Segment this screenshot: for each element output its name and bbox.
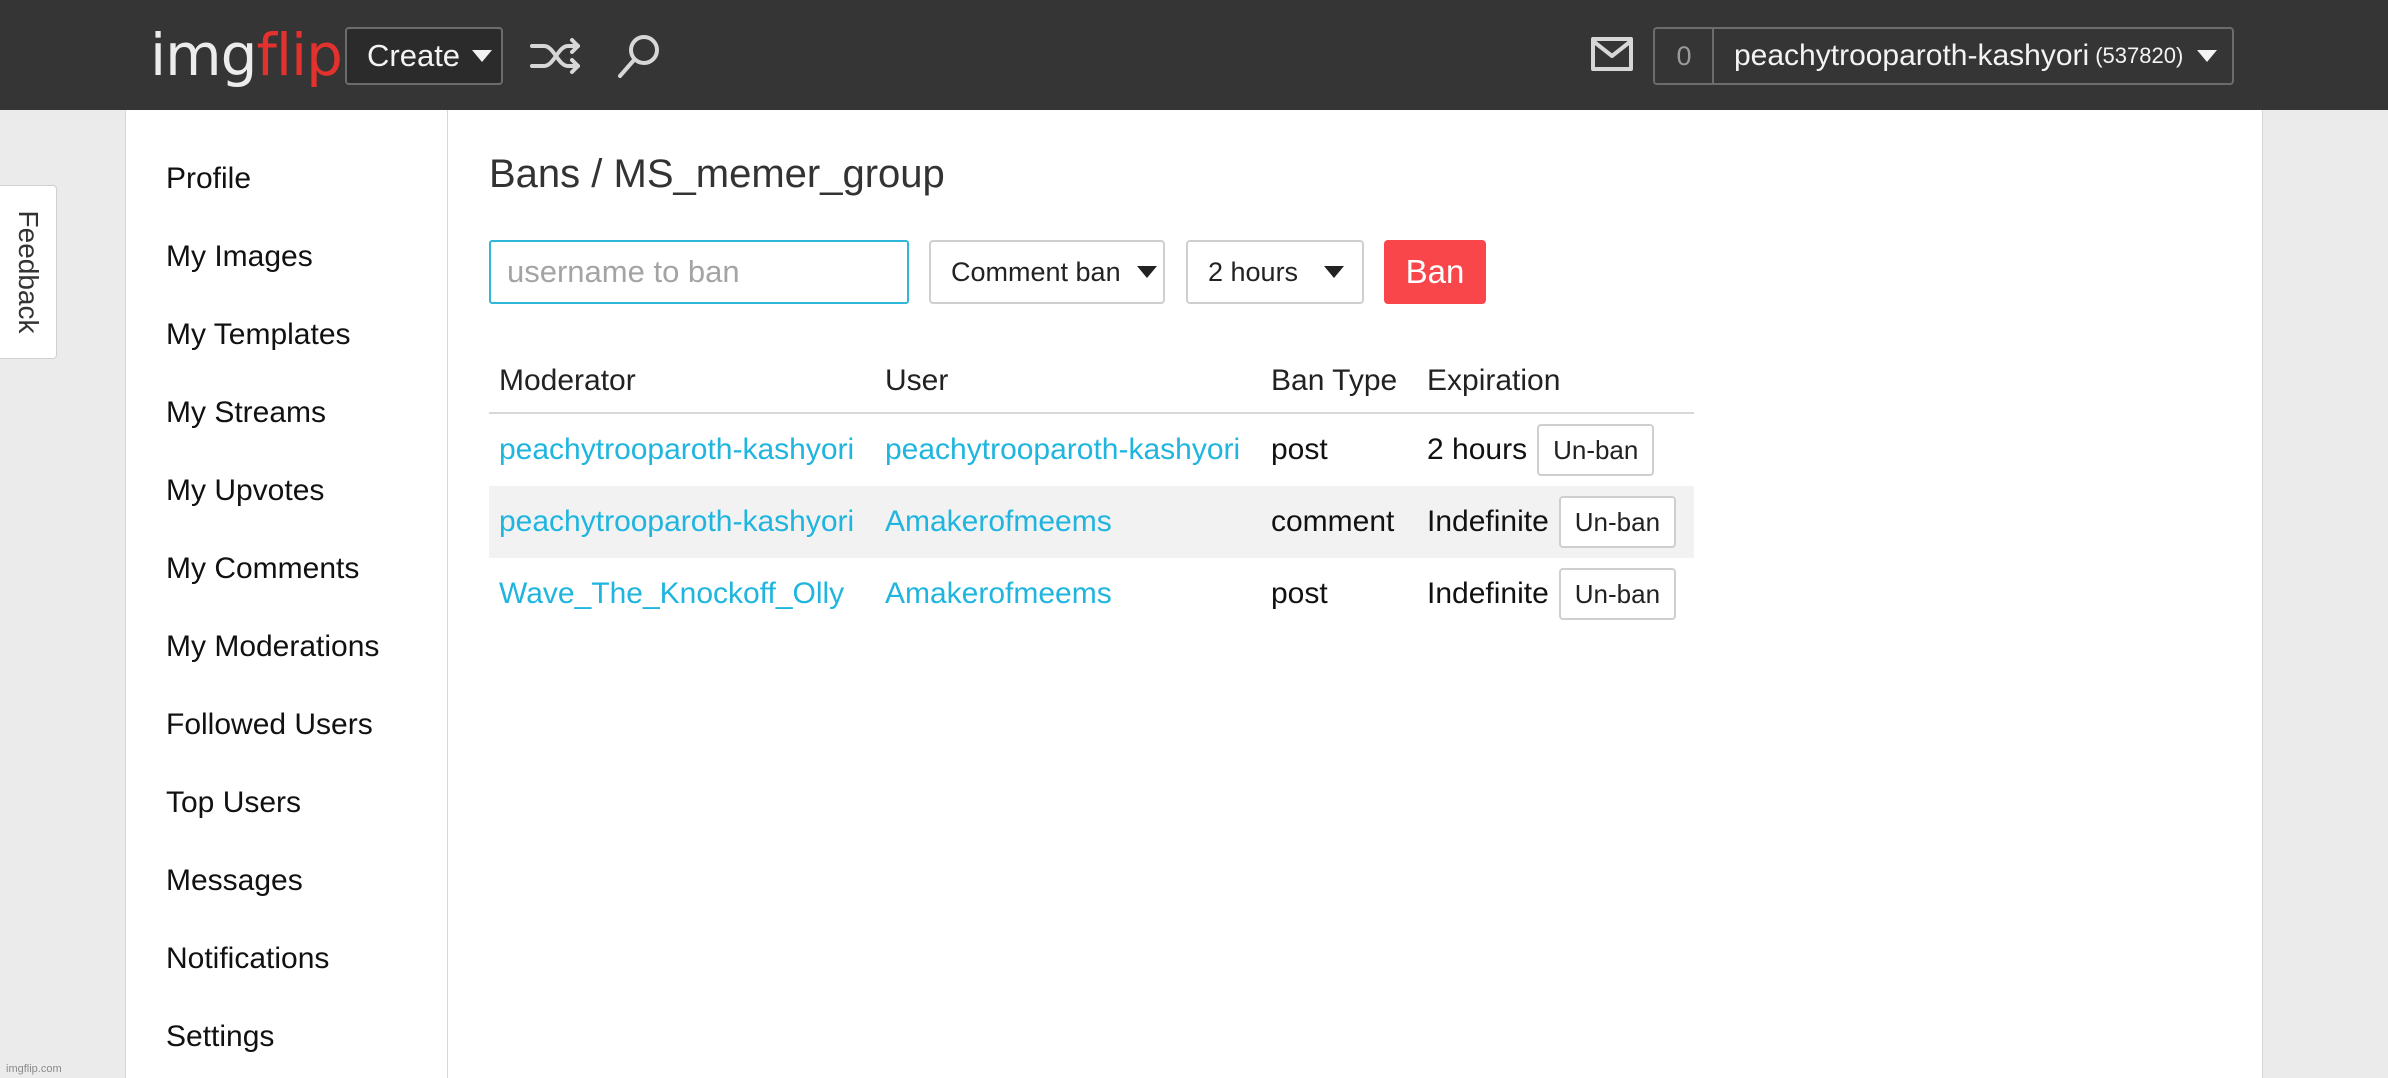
notification-count[interactable]: 0 <box>1653 27 1713 85</box>
moderator-link[interactable]: peachytrooparoth-kashyori <box>499 433 854 466</box>
sidebar-item-my-comments[interactable]: My Comments <box>126 552 447 630</box>
user-points: (537820) <box>2095 43 2184 68</box>
sidebar-item-my-streams[interactable]: My Streams <box>126 396 447 474</box>
notification-count-value: 0 <box>1676 40 1692 71</box>
username-to-ban-input[interactable] <box>489 240 909 304</box>
sidebar-item-settings[interactable]: Settings <box>126 1020 447 1078</box>
moderator-link[interactable]: Wave_The_Knockoff_Olly <box>499 577 844 610</box>
ban-duration-select[interactable]: 2 hours <box>1186 240 1364 304</box>
header-moderator: Moderator <box>489 350 875 414</box>
ban-type-cell: post <box>1271 433 1328 466</box>
expiration-value: Indefinite <box>1427 505 1549 538</box>
shuffle-icon[interactable] <box>528 30 584 82</box>
sidebar-item-my-images[interactable]: My Images <box>126 240 447 318</box>
user-menu-button[interactable]: peachytrooparoth-kashyori (537820) <box>1712 27 2234 85</box>
moderator-link[interactable]: peachytrooparoth-kashyori <box>499 505 854 538</box>
bans-table: Moderator User Ban Type Expiration peach… <box>489 350 1694 630</box>
table-row: peachytrooparoth-kashyori Amakerofmeems … <box>489 486 1694 558</box>
logo-flip-text: flip <box>256 21 342 89</box>
sidebar-item-my-moderations[interactable]: My Moderations <box>126 630 447 708</box>
expiration-cell: 2 hours Un-ban <box>1427 414 1684 486</box>
ban-type-selected: Comment ban <box>951 256 1121 287</box>
feedback-tab[interactable]: Feedback <box>0 185 57 359</box>
search-icon[interactable] <box>612 30 668 82</box>
ban-form: Comment ban 2 hours Ban <box>489 240 1589 304</box>
user-link[interactable]: Amakerofmeems <box>885 577 1112 610</box>
mail-icon[interactable] <box>1590 36 1634 72</box>
sidebar-item-profile[interactable]: Profile <box>126 162 447 240</box>
caret-down-icon <box>472 50 493 62</box>
ban-type-select[interactable]: Comment ban <box>929 240 1165 304</box>
user-link[interactable]: peachytrooparoth-kashyori <box>885 433 1240 466</box>
sidebar-item-followed-users[interactable]: Followed Users <box>126 708 447 786</box>
page-title: Bans / MS_memer_group <box>489 152 945 196</box>
caret-down-icon <box>2197 50 2218 62</box>
table-row: peachytrooparoth-kashyori peachytrooparo… <box>489 413 1694 486</box>
page-panel: Profile My Images My Templates My Stream… <box>125 110 2263 1078</box>
header-ban-type: Ban Type <box>1261 350 1417 414</box>
header-user: User <box>875 350 1261 414</box>
expiration-value: 2 hours <box>1427 433 1528 466</box>
sidebar-item-my-upvotes[interactable]: My Upvotes <box>126 474 447 552</box>
username: peachytrooparoth-kashyori <box>1734 39 2090 72</box>
ban-button[interactable]: Ban <box>1384 240 1486 304</box>
table-header-row: Moderator User Ban Type Expiration <box>489 350 1694 414</box>
header-expiration: Expiration <box>1417 350 1694 414</box>
user-link[interactable]: Amakerofmeems <box>885 505 1112 538</box>
imgflip-logo[interactable]: imgflip <box>150 21 343 89</box>
create-label: Create <box>367 38 461 73</box>
expiration-cell: Indefinite Un-ban <box>1427 558 1684 630</box>
ban-duration-selected: 2 hours <box>1208 256 1299 287</box>
feedback-label: Feedback <box>13 210 44 334</box>
imgflip-watermark: imgflip.com <box>6 1063 62 1075</box>
top-bar: imgflip Create 0 peachytrooparoth-kashyo… <box>0 0 2388 110</box>
caret-down-icon <box>1324 266 1344 278</box>
expiration-value: Indefinite <box>1427 577 1549 610</box>
ban-type-cell: post <box>1271 577 1328 610</box>
sidebar-item-my-templates[interactable]: My Templates <box>126 318 447 396</box>
ban-type-cell: comment <box>1261 486 1417 558</box>
table-row: Wave_The_Knockoff_Olly Amakerofmeems pos… <box>489 558 1694 630</box>
unban-button[interactable]: Un-ban <box>1558 568 1677 620</box>
sidebar-item-top-users[interactable]: Top Users <box>126 786 447 864</box>
sidebar-item-notifications[interactable]: Notifications <box>126 942 447 1020</box>
create-button[interactable]: Create <box>345 27 503 85</box>
expiration-cell: Indefinite Un-ban <box>1427 486 1684 558</box>
logo-img-text: img <box>150 21 257 89</box>
unban-button[interactable]: Un-ban <box>1558 496 1677 548</box>
sidebar-list: Profile My Images My Templates My Stream… <box>126 110 447 1078</box>
unban-button[interactable]: Un-ban <box>1537 424 1655 476</box>
sidebar: Profile My Images My Templates My Stream… <box>126 110 448 1078</box>
sidebar-item-messages[interactable]: Messages <box>126 864 447 942</box>
caret-down-icon <box>1136 266 1157 278</box>
